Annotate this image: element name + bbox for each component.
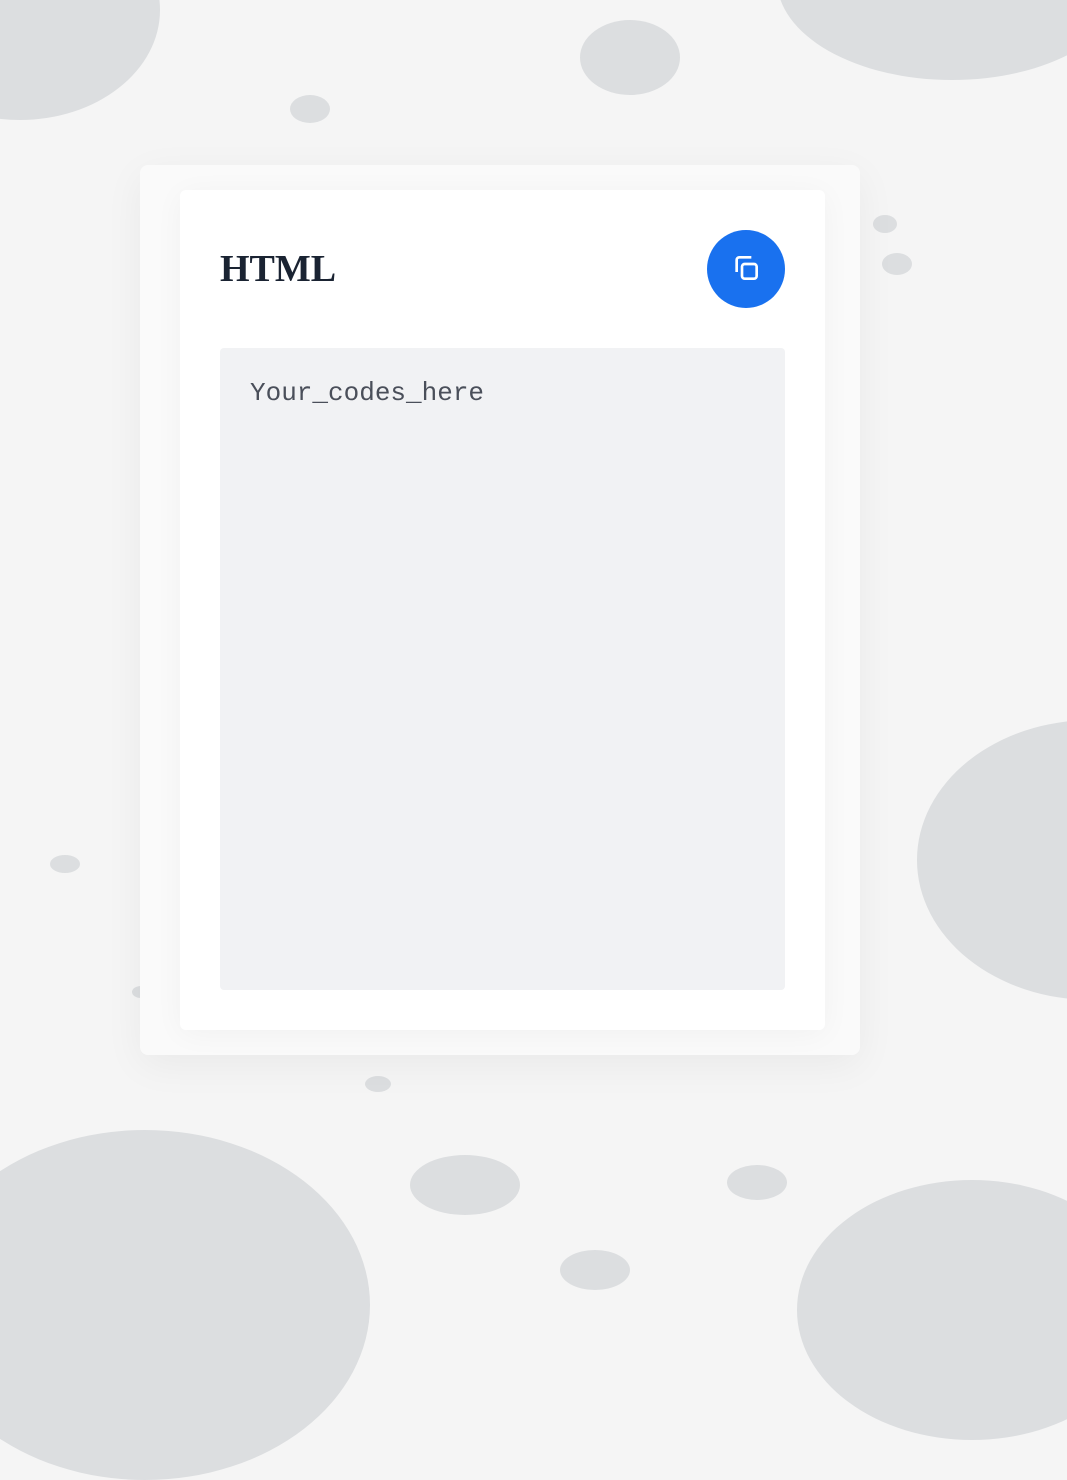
decorative-ellipse [290,95,330,123]
decorative-ellipse [882,253,912,275]
decorative-ellipse [797,1180,1067,1440]
card-title: HTML [220,247,336,291]
decorative-ellipse [560,1250,630,1290]
code-card: HTML Your_codes_here [180,190,825,1030]
decorative-ellipse [50,855,80,873]
decorative-ellipse [777,0,1067,80]
copy-icon [730,252,762,287]
card-header: HTML [220,230,785,308]
decorative-ellipse [0,0,160,120]
decorative-ellipse [873,215,897,233]
code-area[interactable]: Your_codes_here [220,348,785,990]
copy-button[interactable] [707,230,785,308]
decorative-ellipse [365,1076,391,1092]
decorative-ellipse [0,1130,370,1480]
decorative-ellipse [727,1165,787,1200]
code-placeholder-text: Your_codes_here [250,378,484,408]
decorative-ellipse [580,20,680,95]
decorative-ellipse [410,1155,520,1215]
decorative-ellipse [917,720,1067,1000]
